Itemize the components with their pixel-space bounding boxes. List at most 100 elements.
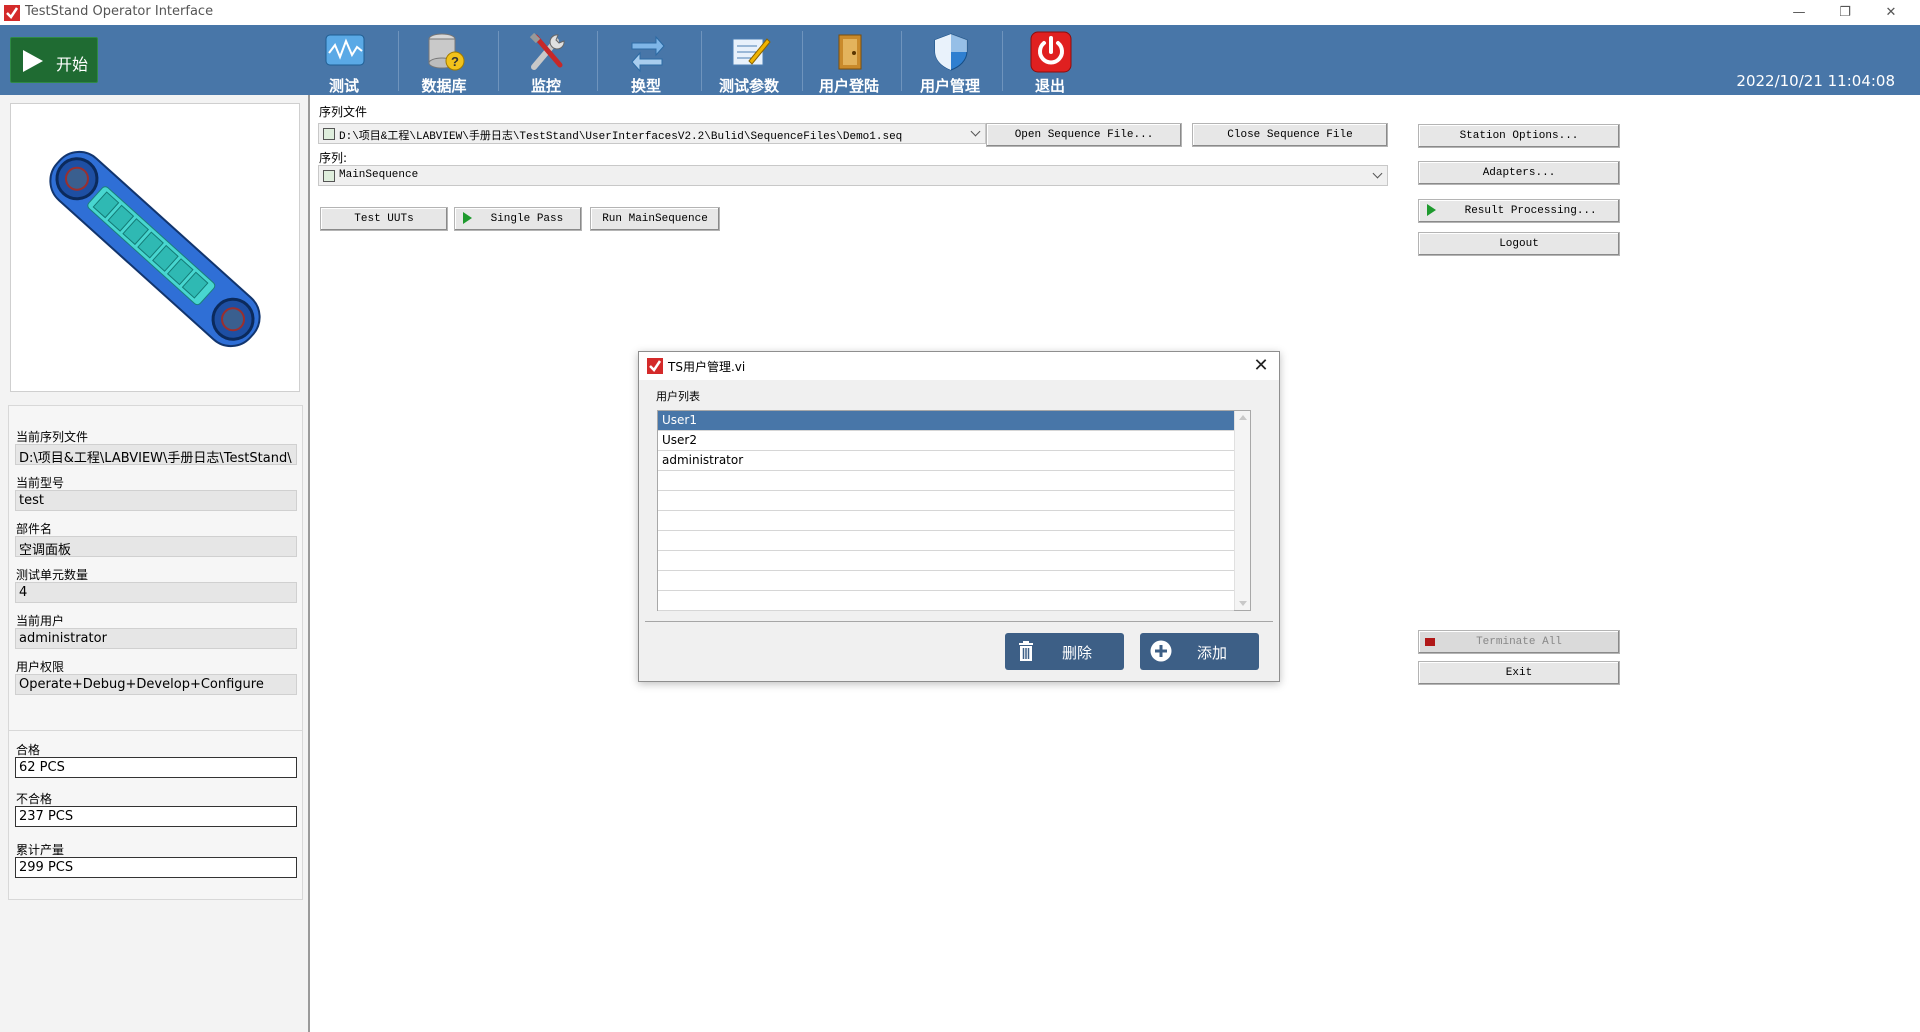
- close-window-button[interactable]: ✕: [1868, 0, 1914, 25]
- play-icon: [463, 212, 472, 225]
- plus-circle-icon: [1150, 640, 1172, 662]
- toolbar-monitor-button[interactable]: 监控: [504, 27, 588, 95]
- toolbar-user-manage-button[interactable]: 用户管理: [908, 27, 992, 95]
- main-toolbar: 开始 测试 ? 数据库 监控 换型 测试参数 用户登陆 用户管理 退出 2022…: [0, 25, 1920, 95]
- chevron-down-icon: [970, 126, 981, 137]
- field-label: 部件名: [16, 522, 53, 536]
- list-item[interactable]: [658, 511, 1234, 531]
- delete-user-button[interactable]: 删除: [1005, 633, 1124, 670]
- field-label: 当前序列文件: [16, 430, 89, 444]
- scroll-up-icon[interactable]: [1239, 415, 1247, 420]
- counter-label: 累计产量: [16, 843, 65, 857]
- total-count-value: 299 PCS: [15, 857, 297, 878]
- svg-text:?: ?: [451, 54, 459, 69]
- toolbar-changeover-label: 换型: [630, 77, 661, 95]
- restore-button[interactable]: ❐: [1822, 0, 1868, 25]
- open-sequence-file-button[interactable]: Open Sequence File...: [986, 123, 1182, 147]
- fail-count-value: 237 PCS: [15, 806, 297, 827]
- list-scrollbar[interactable]: [1234, 411, 1250, 610]
- sequence-icon: [323, 170, 335, 182]
- dialog-title: TS用户管理.vi: [668, 360, 746, 374]
- toolbar-separator: [597, 31, 598, 91]
- current-sequence-file-value: D:\项目&工程\LABVIEW\手册日志\TestStand\: [15, 444, 297, 465]
- trash-icon: [1019, 641, 1033, 661]
- delete-button-label: 删除: [1062, 644, 1093, 662]
- current-user-value: administrator: [15, 628, 297, 649]
- list-item[interactable]: administrator: [658, 451, 1234, 471]
- toolbar-changeover-button[interactable]: 换型: [604, 27, 688, 95]
- toolbar-test-label: 测试: [328, 77, 359, 95]
- counter-label: 合格: [16, 743, 41, 757]
- toolbar-login-button[interactable]: 用户登陆: [807, 27, 891, 95]
- toolbar-separator: [498, 31, 499, 91]
- terminate-all-label: Terminate All: [1476, 636, 1562, 648]
- sequence-file-icon: [323, 128, 335, 140]
- swap-arrows-icon: [631, 35, 665, 73]
- field-label: 用户权限: [16, 660, 65, 674]
- scroll-down-icon[interactable]: [1239, 601, 1247, 606]
- minimize-button[interactable]: —: [1776, 0, 1822, 25]
- result-processing-button[interactable]: Result Processing...: [1418, 199, 1620, 223]
- dialog-separator: [645, 621, 1273, 622]
- toolbar-login-label: 用户登陆: [818, 77, 879, 95]
- production-counter-group: 合格 62 PCS 不合格 237 PCS 累计产量 299 PCS: [8, 730, 303, 900]
- chevron-down-icon: [1372, 168, 1383, 179]
- toolbar-separator: [701, 31, 702, 91]
- close-sequence-file-button[interactable]: Close Sequence File: [1192, 123, 1388, 147]
- list-item[interactable]: [658, 571, 1234, 591]
- field-label: 当前用户: [16, 614, 65, 628]
- user-listbox[interactable]: User1 User2 administrator: [657, 410, 1251, 611]
- toolbar-separator: [901, 31, 902, 91]
- add-user-button[interactable]: 添加: [1140, 633, 1259, 670]
- adapters-button[interactable]: Adapters...: [1418, 161, 1620, 185]
- field-label: 测试单元数量: [16, 568, 89, 582]
- single-pass-button[interactable]: Single Pass: [454, 207, 582, 231]
- toolbar-exit-button[interactable]: 退出: [1008, 27, 1092, 95]
- list-item[interactable]: [658, 591, 1234, 611]
- part-name-value: 空调面板: [15, 536, 297, 557]
- shield-user-icon: [934, 33, 968, 71]
- start-button[interactable]: 开始: [10, 37, 98, 83]
- list-item[interactable]: User1: [658, 411, 1234, 431]
- list-item[interactable]: [658, 551, 1234, 571]
- window-titlebar: TestStand Operator Interface — ❐ ✕: [0, 0, 1920, 25]
- close-icon[interactable]: ✕: [1249, 354, 1273, 378]
- toolbar-test-button[interactable]: 测试: [302, 27, 386, 95]
- list-item[interactable]: [658, 531, 1234, 551]
- add-button-label: 添加: [1197, 644, 1228, 662]
- terminate-icon: [1425, 638, 1435, 646]
- toolbar-exit-label: 退出: [1034, 77, 1065, 95]
- counter-label: 不合格: [16, 792, 53, 806]
- play-icon: [23, 50, 43, 72]
- result-processing-label: Result Processing...: [1464, 205, 1597, 217]
- run-mainsequence-button[interactable]: Run MainSequence: [590, 207, 720, 231]
- current-model-value: test: [15, 490, 297, 511]
- door-login-icon: [838, 34, 862, 70]
- exit-button[interactable]: Exit: [1418, 661, 1620, 685]
- dialog-titlebar: TS用户管理.vi ✕: [639, 352, 1279, 380]
- toolbar-database-button[interactable]: ? 数据库: [402, 27, 486, 95]
- list-item[interactable]: User2: [658, 431, 1234, 451]
- datetime-display: 2022/10/21 11:04:08: [1736, 72, 1895, 90]
- toolbar-params-label: 测试参数: [718, 77, 779, 95]
- logout-button[interactable]: Logout: [1418, 232, 1620, 256]
- station-options-button[interactable]: Station Options...: [1418, 124, 1620, 148]
- user-privilege-value: Operate+Debug+Develop+Configure: [15, 674, 297, 695]
- tools-icon: [529, 32, 565, 70]
- sequence-combo[interactable]: MainSequence: [318, 165, 1388, 186]
- sequence-file-label: 序列文件: [319, 105, 368, 119]
- list-item[interactable]: [658, 471, 1234, 491]
- left-info-panel: 当前序列文件 D:\项目&工程\LABVIEW\手册日志\TestStand\ …: [0, 95, 310, 1032]
- sequence-file-combo[interactable]: D:\项目&工程\LABVIEW\手册日志\TestStand\UserInte…: [318, 123, 986, 144]
- test-uuts-button[interactable]: Test UUTs: [320, 207, 448, 231]
- pass-count-value: 62 PCS: [15, 757, 297, 778]
- toolbar-database-label: 数据库: [421, 77, 467, 95]
- single-pass-label: Single Pass: [490, 213, 564, 225]
- list-item[interactable]: [658, 491, 1234, 511]
- terminate-all-button[interactable]: Terminate All: [1418, 630, 1620, 654]
- database-question-icon: ?: [428, 33, 465, 71]
- toolbar-monitor-label: 监控: [530, 77, 561, 95]
- checkmark-app-icon: [647, 358, 663, 374]
- toolbar-params-button[interactable]: 测试参数: [707, 27, 791, 95]
- test-unit-count-value: 4: [15, 582, 297, 603]
